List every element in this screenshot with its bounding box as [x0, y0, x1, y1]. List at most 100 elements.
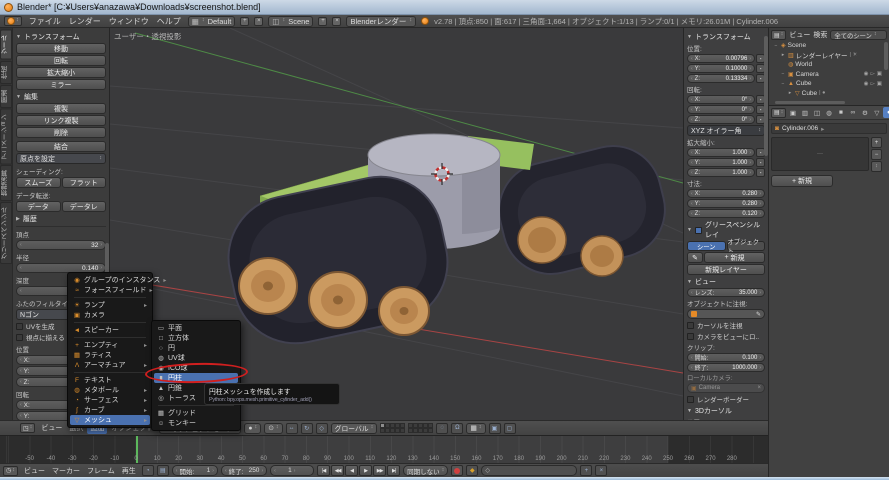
slider-left-arrow-icon[interactable]: ‹ — [691, 107, 693, 113]
duplicate-linked-button[interactable]: リンク複製 — [16, 115, 106, 126]
slider-left-arrow-icon[interactable]: ‹ — [20, 379, 22, 385]
tool-tab-create[interactable]: 作成 — [0, 61, 12, 84]
keying-filter-button[interactable]: ▤ — [157, 465, 169, 476]
menu-item-camera[interactable]: ▣カメラ — [70, 310, 150, 320]
gp-pencil-dropdown[interactable]: ✎ — [687, 252, 703, 263]
add-layout-button[interactable]: + — [240, 17, 249, 26]
layout-selector[interactable]: ▦ ↕ Default — [188, 16, 236, 27]
frame-end-field[interactable]: ‹終了:250› — [221, 465, 267, 476]
outliner-row-camera[interactable]: −▣Camera◉▻▣ — [771, 70, 887, 80]
slider-right-arrow-icon[interactable]: › — [749, 97, 751, 103]
visibility-toggle-icon[interactable]: ◉ — [864, 71, 869, 77]
expand-icon[interactable]: ▸ — [780, 52, 786, 58]
checkbox-box[interactable] — [687, 333, 694, 340]
slider-right-arrow-icon[interactable]: › — [759, 191, 761, 197]
outliner-row-render-layers[interactable]: ▸▥レンダーレイヤー| ☀ — [771, 51, 887, 61]
delete-button[interactable]: 削除 — [16, 127, 106, 138]
scale-button[interactable]: 拡大縮小 — [16, 67, 106, 78]
checkbox-box[interactable] — [16, 334, 23, 341]
play-button[interactable]: ▶ — [359, 465, 372, 476]
lock-to-cursor-checkbox[interactable]: カーソルを注視 — [687, 320, 765, 330]
slider-left-arrow-icon[interactable]: ‹ — [20, 368, 22, 374]
jump-to-next-keyframe-button[interactable]: ▶▶ — [373, 465, 386, 476]
lock-icon[interactable]: ▪ — [756, 158, 765, 167]
slider-left-arrow-icon[interactable]: ‹ — [20, 413, 22, 419]
slider-left-arrow-icon[interactable]: ‹ — [20, 288, 22, 294]
outliner-row-scene[interactable]: −◈Scene — [771, 41, 887, 51]
menu-item-metaball[interactable]: ◍メタボール▸ — [70, 385, 150, 395]
opengl-render-button[interactable]: ▣ — [489, 423, 501, 434]
slider-right-arrow-icon[interactable]: › — [100, 265, 102, 271]
properties-tab-constraints-icon[interactable]: ∞ — [847, 107, 858, 118]
data-button[interactable]: データ — [16, 201, 61, 212]
gp-source-scene[interactable]: シーン — [687, 241, 726, 251]
slider-left-arrow-icon[interactable]: ‹ — [20, 357, 22, 363]
slider-left-arrow-icon[interactable]: ‹ — [691, 201, 693, 207]
timeline-menu-frame[interactable]: フレーム — [84, 465, 118, 477]
flat-button[interactable]: フラット — [62, 177, 107, 188]
edit-panel-header[interactable]: ▼編集 — [16, 92, 106, 102]
scene-selector[interactable]: ◫ ↕ Scene — [268, 16, 313, 27]
properties-tab-object-icon[interactable]: ■ — [835, 107, 846, 118]
outliner-display-mode-dropdown[interactable]: 全てのシーン↕ — [830, 30, 887, 40]
lock-scene-button[interactable]: ◌ — [436, 423, 448, 434]
slider-left-arrow-icon[interactable]: ‹ — [691, 150, 693, 156]
outliner-row-cube[interactable]: −▲Cube◉▻▣ — [771, 79, 887, 89]
properties-tab-render-layers-icon[interactable]: ▥ — [799, 107, 810, 118]
checkbox-box[interactable] — [687, 396, 694, 403]
expand-icon[interactable]: − — [773, 43, 779, 49]
properties-editor-type-button[interactable]: ▤↕ — [771, 108, 786, 118]
slider-right-arrow-icon[interactable]: › — [749, 66, 751, 72]
rotate-button[interactable]: 回転 — [16, 55, 106, 66]
timeline-menu-view[interactable]: ビュー — [21, 465, 48, 477]
np-dim-y-field[interactable]: ‹Y:0.280› — [687, 199, 765, 208]
np-rot-x-field[interactable]: ‹X:0°› — [687, 95, 755, 104]
slider-right-arrow-icon[interactable]: › — [749, 56, 751, 62]
delete-scene-button[interactable]: × — [332, 17, 341, 26]
slider-right-arrow-icon[interactable]: › — [100, 242, 102, 248]
transform-panel-header[interactable]: ▼トランスフォーム — [16, 32, 106, 42]
slider-right-arrow-icon[interactable]: › — [759, 201, 761, 207]
slot-specials-button[interactable]: ↕ — [871, 161, 882, 172]
selectability-toggle-icon[interactable]: ▻ — [871, 81, 875, 87]
gp-new-button[interactable]: +新規 — [704, 252, 765, 263]
duplicate-button[interactable]: 複製 — [16, 103, 106, 114]
slider-right-arrow-icon[interactable]: › — [749, 76, 751, 82]
menu-item-speaker[interactable]: ◄スピーカー — [70, 325, 150, 335]
vertices-slider[interactable]: ‹32› — [16, 240, 106, 250]
tool-tab-physics[interactable]: 物理演算 — [0, 165, 12, 201]
menu-item-lattice[interactable]: ▦ラティス — [70, 350, 150, 360]
menu-item-force-field[interactable]: ≈フォースフィールド▸ — [70, 285, 150, 295]
lock-object-field[interactable]: ✎ — [687, 309, 765, 319]
preview-range-button[interactable]: ◔ — [142, 465, 154, 476]
menu-item-monkey[interactable]: ☺モンキー — [154, 418, 238, 428]
properties-tab-world-icon[interactable]: ◍ — [823, 107, 834, 118]
clip-start-field[interactable]: ‹開始:0.100› — [687, 353, 765, 362]
properties-tab-render-icon[interactable]: ▣ — [787, 107, 798, 118]
menu-item-grid[interactable]: ▦グリッド — [154, 408, 238, 418]
smooth-button[interactable]: スムーズ — [16, 177, 61, 188]
properties-tab-data-icon[interactable]: ▽ — [871, 107, 882, 118]
add-slot-button[interactable]: + — [871, 137, 882, 148]
lens-field[interactable]: ‹レンズ:35.000› — [687, 288, 765, 297]
menu-item-armature[interactable]: Λアーマチュア▸ — [70, 360, 150, 370]
blender-app-menu-button[interactable]: ↕ — [4, 16, 22, 26]
timeline-menu-marker[interactable]: マーカー — [49, 465, 83, 477]
set-origin-dropdown[interactable]: 原点を設定↕ — [16, 153, 106, 164]
orientation-dropdown[interactable]: グローバル↕ — [331, 423, 378, 434]
selectability-toggle-icon[interactable]: ▻ — [871, 71, 875, 77]
lock-camera-to-view-checkbox[interactable]: カメラをビューにロ.. — [687, 331, 765, 341]
np-dim-x-field[interactable]: ‹X:0.280› — [687, 189, 765, 198]
clip-end-field[interactable]: ‹終了:1000.000› — [687, 363, 765, 372]
translate-button[interactable]: 移動 — [16, 43, 106, 54]
layer-20[interactable] — [428, 428, 433, 433]
visibility-toggle-icon[interactable]: ◉ — [864, 81, 869, 87]
slider-right-arrow-icon[interactable]: › — [749, 170, 751, 176]
sync-dropdown[interactable]: 同期しない↕ — [403, 465, 448, 476]
menu-item-surface[interactable]: ◔サーフェス▸ — [70, 395, 150, 405]
tool-tab-grease-pencil[interactable]: グリースペンシル — [0, 202, 12, 264]
rotation-mode-dropdown[interactable]: XYZ オイラー角↕ — [687, 125, 765, 136]
outliner-row-cube-data[interactable]: ▸▽Cube| ● — [771, 89, 887, 99]
slider-left-arrow-icon[interactable]: ‹ — [691, 191, 693, 197]
outliner-view-menu[interactable]: ビュー — [789, 30, 810, 40]
